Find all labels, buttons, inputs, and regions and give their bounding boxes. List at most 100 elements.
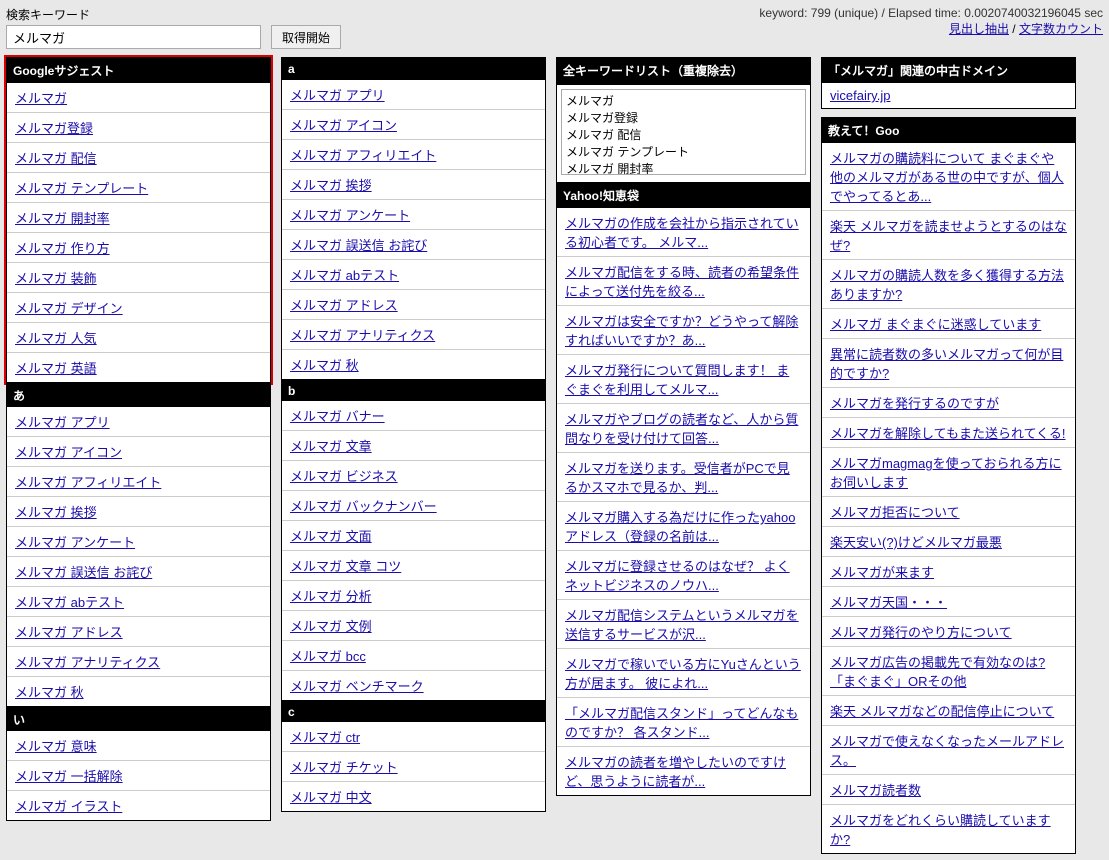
keyword-link[interactable]: メルマガ 誤送信 お詫び xyxy=(15,565,152,580)
start-button[interactable]: 取得開始 xyxy=(271,25,341,49)
keyword-link[interactable]: メルマガ アイコン xyxy=(290,118,397,133)
list-item: 楽天 メルマガなどの配信停止について xyxy=(822,695,1075,725)
keyword-link[interactable]: メルマガ アンケート xyxy=(290,208,410,223)
keyword-link[interactable]: メルマガ abテスト xyxy=(15,595,124,610)
keyword-link[interactable]: メルマガ購入する為だけに作ったyahooアドレス（登録の名前は... xyxy=(565,510,795,544)
keyword-link[interactable]: 楽天 メルマガなどの配信停止について xyxy=(830,704,1054,719)
keyword-link[interactable]: メルマガ発行について質問します！ まぐまぐを利用してメルマ... xyxy=(565,363,789,397)
keyword-link[interactable]: メルマガ アイコン xyxy=(15,445,122,460)
keyword-link[interactable]: メルマガ 一括解除 xyxy=(15,769,123,784)
keyword-link[interactable]: メルマガ 文例 xyxy=(290,619,372,634)
list-item: 楽天安い(?)けどメルマガ最悪 xyxy=(822,526,1075,556)
keyword-link[interactable]: メルマガ配信をする時、読者の希望条件によって送付先を絞る... xyxy=(565,265,799,299)
keyword-link[interactable]: メルマガが来ます xyxy=(830,565,934,580)
keyword-link[interactable]: メルマガの購読料について まぐまぐや他のメルマガがある世の中ですが、個人でやって… xyxy=(830,151,1064,204)
keyword-link[interactable]: メルマガ アフィリエイト xyxy=(15,475,161,490)
keyword-link[interactable]: 異常に読者数の多いメルマガって何が目的ですか? xyxy=(830,347,1063,381)
keyword-link[interactable]: メルマガ bcc xyxy=(290,649,366,664)
alpha-b-block: b メルマガ バナーメルマガ 文章メルマガ ビジネスメルマガ バックナンバーメル… xyxy=(281,380,546,701)
keyword-link[interactable]: メルマガ デザイン xyxy=(15,301,123,316)
keyword-link[interactable]: メルマガ 秋 xyxy=(290,358,359,373)
keyword-link[interactable]: メルマガ イラスト xyxy=(15,799,122,814)
keyword-link[interactable]: メルマガは安全ですか？どうやって解除すればいいですか？あ... xyxy=(565,314,798,348)
keyword-link[interactable]: メルマガ abテスト xyxy=(290,268,399,283)
keyword-link[interactable]: メルマガ 開封率 xyxy=(15,211,110,226)
keyword-link[interactable]: メルマガ バナー xyxy=(290,409,385,424)
keyword-link[interactable]: メルマガ 誤送信 お詫び xyxy=(290,238,427,253)
keyword-link[interactable]: メルマガ アナリティクス xyxy=(290,328,435,343)
hiragana-i-block: い メルマガ 意味メルマガ 一括解除メルマガ イラスト xyxy=(6,707,271,821)
keyword-link[interactable]: メルマガ アフィリエイト xyxy=(290,148,436,163)
keyword-link[interactable]: メルマガ アプリ xyxy=(290,88,385,103)
list-item: メルマガ 文章 xyxy=(282,430,545,460)
search-input[interactable] xyxy=(6,25,261,49)
keyword-link[interactable]: メルマガやブログの読者など、人から質問なりを受け付けて回答... xyxy=(565,412,798,446)
keyword-link[interactable]: メルマガ ベンチマーク xyxy=(290,679,424,694)
keyword-link[interactable]: メルマガの作成を会社から指示されている初心者です。 メルマ... xyxy=(565,216,799,250)
keyword-link[interactable]: メルマガ拒否について xyxy=(830,505,960,520)
keyword-link[interactable]: メルマガを送ります。受信者がPCで見るかスマホで見るか、判... xyxy=(565,461,790,495)
keyword-link[interactable]: メルマガ アンケート xyxy=(15,535,135,550)
keyword-link[interactable]: メルマガを解除してもまた送られてくる! xyxy=(830,426,1066,441)
keyword-link[interactable]: メルマガ アドレス xyxy=(15,625,123,640)
keyword-link[interactable]: メルマガ 中文 xyxy=(290,790,372,805)
link-char-count[interactable]: 文字数カウント xyxy=(1019,22,1103,36)
domain-block: 「メルマガ」関連の中古ドメイン vicefairy.jp xyxy=(821,57,1076,109)
list-item: メルマガ チケット xyxy=(282,751,545,781)
col-3: 全キーワードリスト（重複除去） Yahoo!知恵袋 メルマガの作成を会社から指示… xyxy=(556,57,811,796)
keyword-link[interactable]: メルマガ登録 xyxy=(15,121,93,136)
keyword-link[interactable]: メルマガ xyxy=(15,91,67,106)
keyword-link[interactable]: メルマガの読者を増やしたいのですけど、思うように読者が... xyxy=(565,755,786,789)
list-item: メルマガ 英語 xyxy=(7,352,270,382)
link-heading-extract[interactable]: 見出し抽出 xyxy=(949,22,1009,36)
list-item: メルマガ アイコン xyxy=(7,436,270,466)
keyword-link[interactable]: メルマガ 文章 コツ xyxy=(290,559,401,574)
keyword-link[interactable]: メルマガmagmagを使っておられる方にお伺いします xyxy=(830,456,1062,490)
keyword-link[interactable]: メルマガ 装飾 xyxy=(15,271,97,286)
list-item: メルマガ購入する為だけに作ったyahooアドレス（登録の名前は... xyxy=(557,501,810,550)
keyword-link[interactable]: メルマガに登録させるのはなぜ？ よくネットビジネスのノウハ... xyxy=(565,559,790,593)
keyword-link[interactable]: メルマガ 英語 xyxy=(15,361,97,376)
keyword-link[interactable]: メルマガ まぐまぐに迷惑しています xyxy=(830,317,1041,332)
keyword-link[interactable]: メルマガ アプリ xyxy=(15,415,110,430)
keyword-link[interactable]: メルマガ天国・・・ xyxy=(830,595,947,610)
keyword-link[interactable]: メルマガ 分析 xyxy=(290,589,372,604)
keyword-link[interactable]: メルマガ 挨拶 xyxy=(290,178,372,193)
all-keywords-textarea[interactable] xyxy=(561,89,806,175)
keyword-link[interactable]: メルマガ発行のやり方について xyxy=(830,625,1012,640)
list-item: メルマガ ビジネス xyxy=(282,460,545,490)
google-suggest-list: メルマガメルマガ登録メルマガ 配信メルマガ テンプレートメルマガ 開封率メルマガ… xyxy=(7,83,270,382)
keyword-link[interactable]: メルマガ バックナンバー xyxy=(290,499,437,514)
list-item: メルマガ abテスト xyxy=(7,586,270,616)
keyword-link[interactable]: メルマガ アナリティクス xyxy=(15,655,160,670)
keyword-link[interactable]: メルマガ広告の掲載先で有効なのは?「まぐまぐ」ORその他 xyxy=(830,655,1045,689)
keyword-link[interactable]: メルマガ読者数 xyxy=(830,783,921,798)
keyword-link[interactable]: メルマガ 文面 xyxy=(290,529,372,544)
keyword-link[interactable]: 楽天 メルマガを読ませようとするのはなぜ? xyxy=(830,219,1067,253)
keyword-link[interactable]: メルマガ ctr xyxy=(290,730,360,745)
keyword-link[interactable]: 「メルマガ配信スタンド」ってどんなものですか？ 各スタンド... xyxy=(565,706,798,740)
keyword-link[interactable]: メルマガ 文章 xyxy=(290,439,372,454)
keyword-link[interactable]: 楽天安い(?)けどメルマガ最悪 xyxy=(830,535,1002,550)
keyword-link[interactable]: メルマガ 意味 xyxy=(15,739,97,754)
keyword-link[interactable]: メルマガ チケット xyxy=(290,760,398,775)
keyword-link[interactable]: メルマガ 挨拶 xyxy=(15,505,97,520)
keyword-link[interactable]: メルマガを発行するのですが xyxy=(830,396,999,411)
keyword-link[interactable]: メルマガ 秋 xyxy=(15,685,84,700)
keyword-link[interactable]: メルマガ ビジネス xyxy=(290,469,398,484)
keyword-link[interactable]: メルマガで稼いでいる方にYuさんという方が居ます。 彼によれ... xyxy=(565,657,801,691)
keyword-link[interactable]: メルマガ テンプレート xyxy=(15,181,148,196)
list-item: メルマガで稼いでいる方にYuさんという方が居ます。 彼によれ... xyxy=(557,648,810,697)
keyword-link[interactable]: メルマガの購読人数を多く獲得する方法ありますか? xyxy=(830,268,1064,302)
list-item: メルマガで使えなくなったメールアドレス。 xyxy=(822,725,1075,774)
keyword-link[interactable]: メルマガで使えなくなったメールアドレス。 xyxy=(830,734,1064,768)
keyword-link[interactable]: vicefairy.jp xyxy=(830,88,890,103)
keyword-link[interactable]: メルマガ 作り方 xyxy=(15,241,110,256)
keyword-link[interactable]: メルマガ 人気 xyxy=(15,331,97,346)
list-item: メルマガ天国・・・ xyxy=(822,586,1075,616)
list-item: メルマガを発行するのですが xyxy=(822,387,1075,417)
keyword-link[interactable]: メルマガ アドレス xyxy=(290,298,398,313)
keyword-link[interactable]: メルマガ 配信 xyxy=(15,151,97,166)
keyword-link[interactable]: メルマガ配信システムというメルマガを送信するサービスが沢... xyxy=(565,608,799,642)
keyword-link[interactable]: メルマガをどれくらい購読していますか? xyxy=(830,813,1051,847)
